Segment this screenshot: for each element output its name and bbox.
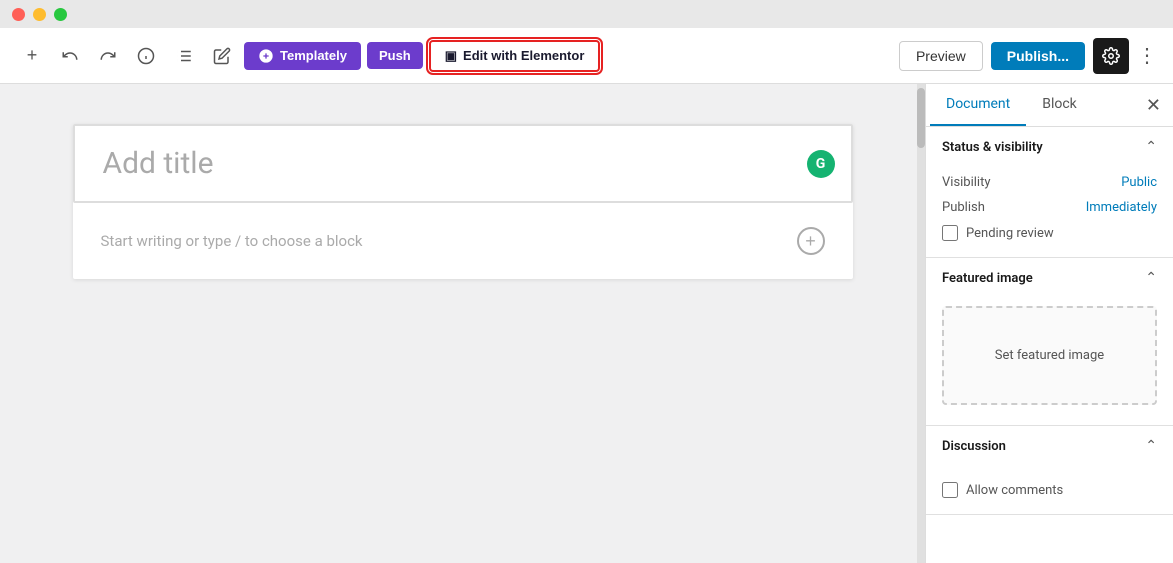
discussion-section: Discussion ⌃ Allow comments <box>926 426 1173 515</box>
traffic-light-yellow[interactable] <box>33 8 46 21</box>
allow-comments-row: Allow comments <box>942 482 1157 498</box>
pending-review-row: Pending review <box>942 225 1157 241</box>
publish-label: Publish <box>942 200 985 215</box>
tab-document[interactable]: Document <box>930 84 1026 126</box>
edit-mode-button[interactable] <box>206 40 238 72</box>
title-area: G <box>73 124 853 203</box>
status-visibility-title: Status & visibility <box>942 140 1043 155</box>
templately-button[interactable]: Templately <box>244 42 361 70</box>
templately-label: Templately <box>280 48 347 63</box>
chevron-up-icon: ⌃ <box>1145 139 1157 155</box>
toolbar: + Templately Push ▣ Edit with Elementor <box>0 28 1173 84</box>
editor-body: Start writing or type / to choose a bloc… <box>73 203 853 279</box>
chevron-up-icon-3: ⌃ <box>1145 438 1157 454</box>
main-layout: G Start writing or type / to choose a bl… <box>0 84 1173 563</box>
status-visibility-header[interactable]: Status & visibility ⌃ <box>926 127 1173 167</box>
publish-label: Publish... <box>1007 48 1069 64</box>
pending-review-checkbox[interactable] <box>942 225 958 241</box>
set-featured-image-button[interactable]: Set featured image <box>942 306 1157 405</box>
sidebar-close-button[interactable]: ✕ <box>1138 87 1169 124</box>
list-view-button[interactable] <box>168 40 200 72</box>
visibility-label: Visibility <box>942 175 991 190</box>
featured-image-content: Set featured image <box>926 298 1173 425</box>
editor-area: G Start writing or type / to choose a bl… <box>0 84 925 563</box>
discussion-title: Discussion <box>942 439 1006 454</box>
traffic-light-red[interactable] <box>12 8 25 21</box>
scrollbar[interactable] <box>917 84 925 563</box>
toolbar-left: + Templately Push ▣ Edit with Elementor <box>16 40 891 72</box>
visibility-value[interactable]: Public <box>1121 175 1157 190</box>
featured-image-title: Featured image <box>942 271 1033 286</box>
editor-content: G Start writing or type / to choose a bl… <box>73 124 853 279</box>
right-sidebar: Document Block ✕ Status & visibility ⌃ V… <box>925 84 1173 563</box>
sidebar-header: Document Block ✕ <box>926 84 1173 127</box>
pending-review-label: Pending review <box>966 226 1054 241</box>
tab-block[interactable]: Block <box>1026 84 1093 126</box>
publish-button[interactable]: Publish... <box>991 42 1085 70</box>
featured-image-section: Featured image ⌃ Set featured image <box>926 258 1173 426</box>
publish-row: Publish Immediately <box>942 200 1157 215</box>
toolbar-right: Preview Publish... ⋮ <box>899 38 1157 74</box>
publish-value[interactable]: Immediately <box>1086 200 1157 215</box>
redo-button[interactable] <box>92 40 124 72</box>
discussion-content: Allow comments <box>926 466 1173 514</box>
info-button[interactable] <box>130 40 162 72</box>
add-block-button[interactable]: + <box>797 227 825 255</box>
settings-button[interactable] <box>1093 38 1129 74</box>
featured-image-header[interactable]: Featured image ⌃ <box>926 258 1173 298</box>
preview-button[interactable]: Preview <box>899 41 983 71</box>
scroll-thumb[interactable] <box>917 88 925 148</box>
more-options-button[interactable]: ⋮ <box>1137 43 1157 68</box>
undo-button[interactable] <box>54 40 86 72</box>
allow-comments-checkbox[interactable] <box>942 482 958 498</box>
elementor-icon: ▣ <box>445 48 457 64</box>
allow-comments-label: Allow comments <box>966 483 1063 498</box>
add-block-toolbar-button[interactable]: + <box>16 40 48 72</box>
visibility-row: Visibility Public <box>942 175 1157 190</box>
title-input[interactable] <box>103 146 823 181</box>
edit-elementor-button[interactable]: ▣ Edit with Elementor <box>429 40 601 72</box>
set-featured-image-label: Set featured image <box>995 348 1104 363</box>
status-visibility-content: Visibility Public Publish Immediately Pe… <box>926 167 1173 257</box>
title-bar <box>0 0 1173 28</box>
preview-label: Preview <box>916 48 966 64</box>
push-label: Push <box>379 48 411 63</box>
discussion-header[interactable]: Discussion ⌃ <box>926 426 1173 466</box>
status-visibility-section: Status & visibility ⌃ Visibility Public … <box>926 127 1173 258</box>
push-button[interactable]: Push <box>367 42 423 69</box>
elementor-label: Edit with Elementor <box>463 48 584 63</box>
traffic-light-green[interactable] <box>54 8 67 21</box>
editor-placeholder: Start writing or type / to choose a bloc… <box>101 232 363 250</box>
chevron-up-icon-2: ⌃ <box>1145 270 1157 286</box>
grammarly-icon: G <box>807 150 835 178</box>
